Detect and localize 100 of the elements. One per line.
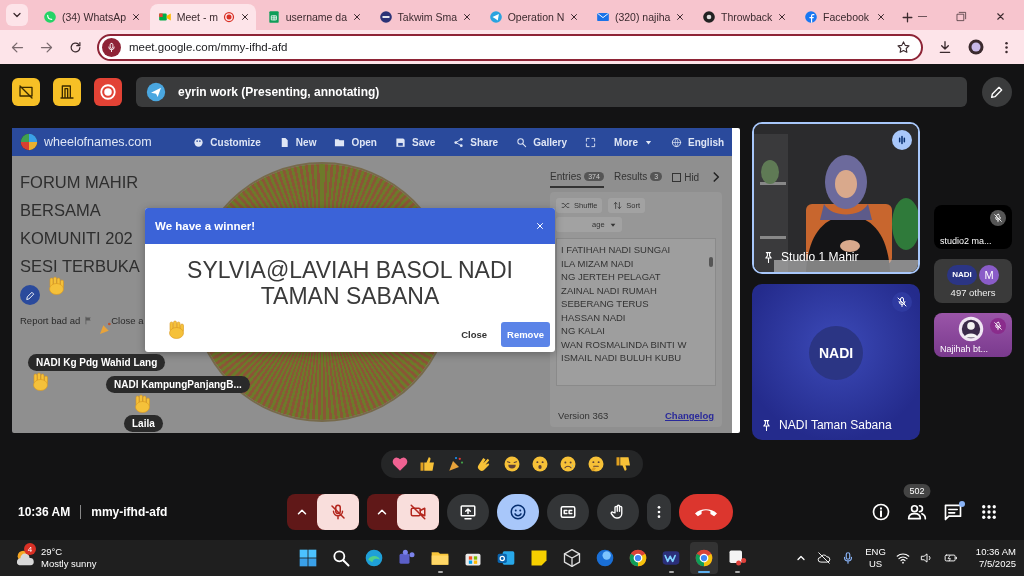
close-icon[interactable] bbox=[462, 12, 473, 22]
menu-item[interactable]: Open bbox=[334, 136, 377, 148]
camera-off-icon bbox=[409, 502, 427, 521]
layout-button[interactable] bbox=[53, 78, 81, 106]
video-settings-button[interactable] bbox=[367, 493, 439, 530]
menu-item[interactable]: Gallery bbox=[516, 136, 568, 148]
thumbs-up-icon[interactable] bbox=[419, 455, 437, 473]
weather-widget[interactable]: 4 29°C Mostly sunny bbox=[14, 546, 294, 570]
participant-tile[interactable]: Studio 1 Mahir bbox=[752, 122, 921, 274]
browser-tab[interactable]: Takwim Sma bbox=[370, 4, 478, 30]
audio-settings-button[interactable] bbox=[287, 493, 359, 530]
reactions-button[interactable] bbox=[497, 493, 539, 530]
reload-icon[interactable] bbox=[68, 39, 83, 55]
party-popper-icon[interactable] bbox=[447, 455, 465, 473]
menu-item[interactable]: Customize bbox=[193, 136, 261, 148]
participant-tile[interactable]: Najihah bt... bbox=[934, 313, 1012, 357]
scrollbar-thumb[interactable] bbox=[709, 257, 714, 267]
changelog-link[interactable]: Changelog bbox=[665, 410, 715, 421]
chat-button[interactable] bbox=[942, 500, 964, 523]
wheel-title-line: BERSAMA bbox=[20, 200, 101, 221]
record-button[interactable] bbox=[94, 78, 122, 106]
edit-button[interactable] bbox=[20, 285, 40, 305]
fullscreen-icon[interactable] bbox=[585, 136, 597, 148]
menu-item[interactable]: Save bbox=[395, 136, 436, 148]
laughing-face-icon[interactable] bbox=[503, 455, 521, 473]
meeting-time: 10:36 AM bbox=[18, 504, 71, 519]
menu-item[interactable]: More bbox=[614, 136, 653, 148]
close-icon[interactable] bbox=[675, 12, 686, 22]
close-icon[interactable] bbox=[535, 221, 545, 231]
participant-tile[interactable]: NADI M 497 others bbox=[934, 259, 1012, 303]
browser-tab[interactable]: Facebook bbox=[796, 4, 892, 30]
wifi-icon[interactable] bbox=[895, 551, 910, 565]
entry-line: ILA MIZAM NADI bbox=[561, 256, 635, 270]
plus-icon[interactable] bbox=[901, 11, 914, 24]
annotate-button[interactable] bbox=[982, 77, 1012, 107]
paper-plane-icon bbox=[488, 10, 503, 24]
share-icon bbox=[453, 136, 465, 148]
speaker-icon[interactable] bbox=[919, 551, 934, 565]
captions-button[interactable] bbox=[547, 493, 589, 530]
door-icon bbox=[59, 84, 75, 100]
menu-item[interactable]: New bbox=[278, 136, 317, 148]
browser-tab[interactable]: (320) najiha bbox=[587, 4, 691, 30]
checkbox[interactable] bbox=[672, 172, 682, 182]
cube-icon bbox=[562, 548, 582, 568]
remove-button[interactable]: Remove bbox=[501, 322, 550, 347]
close-icon[interactable] bbox=[569, 12, 580, 22]
menu-item[interactable]: English bbox=[670, 136, 725, 148]
browser-tab[interactable]: Throwback bbox=[694, 4, 793, 30]
heart-icon[interactable] bbox=[391, 455, 409, 473]
browser-tab[interactable]: Operation N bbox=[480, 4, 585, 30]
browser-tab[interactable]: (34) WhatsAp bbox=[34, 4, 147, 30]
taskbar-app[interactable] bbox=[690, 542, 718, 574]
more-options-button[interactable] bbox=[647, 493, 671, 530]
close-ad-link[interactable]: Close a bbox=[111, 315, 144, 326]
microphone-button[interactable] bbox=[317, 493, 359, 530]
language[interactable]: ENG bbox=[865, 546, 886, 558]
close-button[interactable]: Close bbox=[457, 323, 492, 346]
dialog-title: We have a winner! bbox=[155, 220, 256, 232]
battery-icon[interactable] bbox=[943, 551, 958, 565]
surprised-face-icon[interactable] bbox=[531, 455, 549, 473]
clock[interactable]: 10:36 AM 7/5/2025 bbox=[975, 546, 1016, 570]
participant-tile[interactable]: NADI NADI Taman Sabana bbox=[752, 284, 921, 440]
sad-face-icon[interactable] bbox=[559, 455, 577, 473]
profile-icon[interactable] bbox=[967, 38, 985, 56]
menu-item[interactable]: Share bbox=[453, 136, 499, 148]
entry-line: ZAINAL NADI RUMAH bbox=[561, 283, 658, 297]
close-icon[interactable] bbox=[131, 12, 142, 22]
close-icon[interactable] bbox=[240, 12, 251, 22]
download-icon[interactable] bbox=[937, 39, 953, 55]
close-icon[interactable] bbox=[995, 11, 1006, 22]
wheel-title-line: KOMUNITI 202 bbox=[20, 228, 133, 249]
thumbs-down-icon[interactable] bbox=[615, 455, 633, 473]
browser-tab[interactable]: username da bbox=[258, 4, 368, 30]
stop-presenting-button[interactable] bbox=[12, 78, 40, 106]
close-icon[interactable] bbox=[777, 12, 788, 22]
tab-search-button[interactable] bbox=[6, 4, 28, 26]
star-icon[interactable] bbox=[896, 39, 911, 55]
entries-field[interactable]: I FATIHAH NADI SUNGAI ILA MIZAM NADI NG JERTEH PELAGAT ZAINAL NADI RUMAH SEBERANG TERUS HASSAN NADI NG KALAI WAN ROSMALINDA BINTI W ISMAIL NADI BULUH KUBU bbox=[556, 238, 717, 386]
disc-icon bbox=[702, 10, 716, 24]
tab-title: Facebook bbox=[823, 11, 871, 23]
address-bar[interactable]: meet.google.com/mmy-ifhd-afd bbox=[97, 33, 923, 61]
restore-icon[interactable] bbox=[956, 11, 967, 22]
keyboard-region[interactable]: US bbox=[868, 558, 883, 570]
search-icon bbox=[516, 136, 528, 148]
chat-bubble-icon bbox=[42, 10, 57, 24]
entry-line: SEBERANG TERUS bbox=[561, 297, 650, 311]
camera-button[interactable] bbox=[397, 493, 439, 530]
participant-name: Studio 1 Mahir bbox=[781, 250, 859, 264]
close-icon[interactable] bbox=[876, 12, 886, 22]
leave-call-button[interactable] bbox=[679, 493, 733, 530]
cloud-off-icon[interactable] bbox=[817, 551, 832, 565]
browser-tab[interactable]: Meet - m bbox=[149, 4, 256, 30]
thinking-face-icon[interactable] bbox=[587, 455, 605, 473]
orb-icon bbox=[595, 548, 615, 568]
report-ad-link[interactable]: Report bad ad bbox=[20, 315, 81, 326]
close-icon[interactable] bbox=[352, 12, 362, 22]
present-button[interactable] bbox=[447, 493, 489, 530]
raise-hand-button[interactable] bbox=[597, 493, 639, 530]
participant-tile[interactable]: studio2 ma... bbox=[934, 205, 1012, 249]
info-icon bbox=[871, 501, 891, 522]
